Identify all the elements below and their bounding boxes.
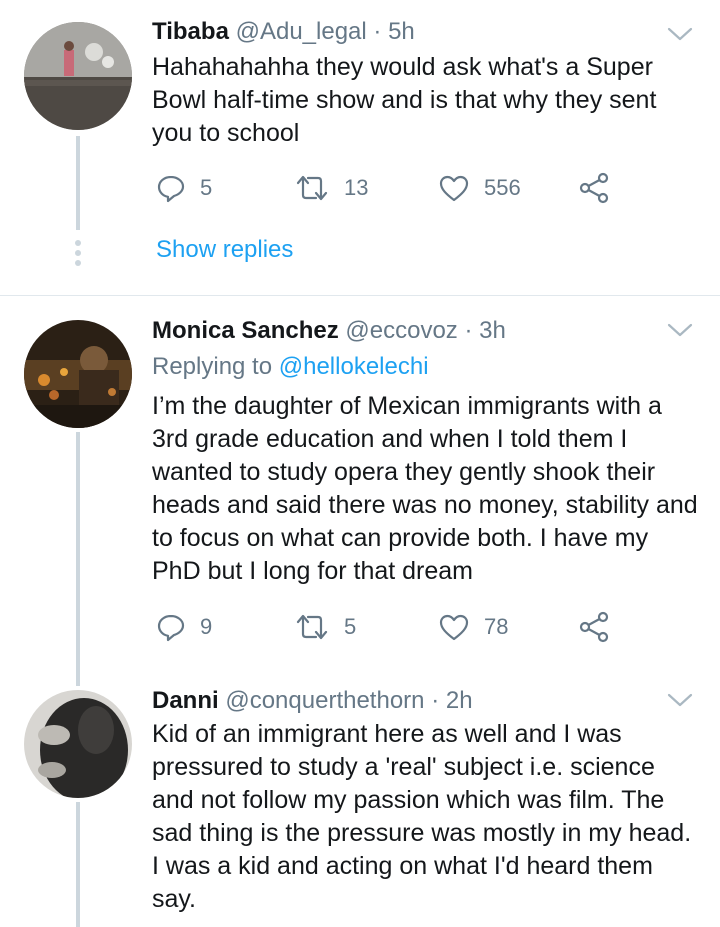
thread-line [76,136,80,230]
timestamp[interactable]: 2h [446,687,473,714]
tweet-text: I’m the daughter of Mexican immigrants w… [152,392,698,585]
share-button[interactable] [578,168,610,208]
thread-dot [75,240,81,246]
reply-icon [157,614,185,642]
tweet-header: Monica Sanchez @eccovoz · 3h [152,316,506,346]
reply-icon [157,175,185,203]
avatar[interactable] [24,690,132,798]
user-handle[interactable]: @eccovoz [345,317,457,344]
tweet-header: Tibaba @Adu_legal · 5h [152,17,415,47]
thread-dot [75,260,81,266]
share-icon [579,611,609,643]
tweet-tibaba[interactable]: Tibaba @Adu_legal · 5h Hahahahahha they … [0,0,720,296]
chevron-down-icon[interactable] [666,24,694,44]
replying-to: Replying to @hellokelechi [152,352,429,382]
reply-count: 5 [200,175,213,200]
display-name[interactable]: Tibaba [152,18,229,45]
like-count: 556 [484,175,521,200]
reply-button[interactable]: 5 [156,168,212,208]
display-name[interactable]: Monica Sanchez [152,317,339,344]
avatar[interactable] [24,320,132,428]
chevron-down-icon[interactable] [666,320,694,340]
retweet-count: 13 [344,175,369,200]
tweet-text: Hahahahahha they would ask what's a Supe… [152,53,657,147]
heart-icon [439,175,469,202]
timestamp[interactable]: 3h [479,317,506,344]
tweet-danni[interactable]: Danni @conquerthethorn · 2h Kid of an im… [0,666,720,927]
tweet-actions: 5 13 556 [152,168,632,208]
share-button[interactable] [578,607,610,647]
retweet-icon [296,175,328,201]
retweet-icon [296,614,328,640]
replying-to-label: Replying to [152,353,273,380]
tweet-actions: 9 5 78 [152,607,632,647]
display-name[interactable]: Danni [152,687,219,714]
thread-line [76,432,80,666]
tweet-monica-sanchez[interactable]: Monica Sanchez @eccovoz · 3h Replying to… [0,296,720,666]
user-handle[interactable]: @Adu_legal [236,18,367,45]
like-button[interactable]: 556 [438,168,521,208]
separator-dot: · [373,18,382,45]
retweet-button[interactable]: 13 [294,168,368,208]
share-icon [579,172,609,204]
user-handle[interactable]: @conquerthethorn [225,687,424,714]
reply-button[interactable]: 9 [156,607,212,647]
separator-dot: · [464,317,473,344]
show-replies-link[interactable]: Show replies [156,236,293,264]
like-button[interactable]: 78 [438,607,508,647]
chevron-down-icon[interactable] [666,690,694,710]
tweet-text: Kid of an immigrant here as well and I w… [152,720,692,913]
like-count: 78 [484,614,509,639]
thread-dot [75,250,81,256]
avatar[interactable] [24,22,132,130]
replying-to-mention[interactable]: @hellokelechi [279,353,429,380]
thread-line [76,666,80,686]
retweet-button[interactable]: 5 [294,607,356,647]
retweet-count: 5 [344,614,357,639]
reply-count: 9 [200,614,213,639]
heart-icon [439,614,469,641]
tweet-header: Danni @conquerthethorn · 2h [152,686,473,716]
separator-dot: · [431,687,440,714]
timestamp[interactable]: 5h [388,18,415,45]
thread-line [76,802,80,927]
